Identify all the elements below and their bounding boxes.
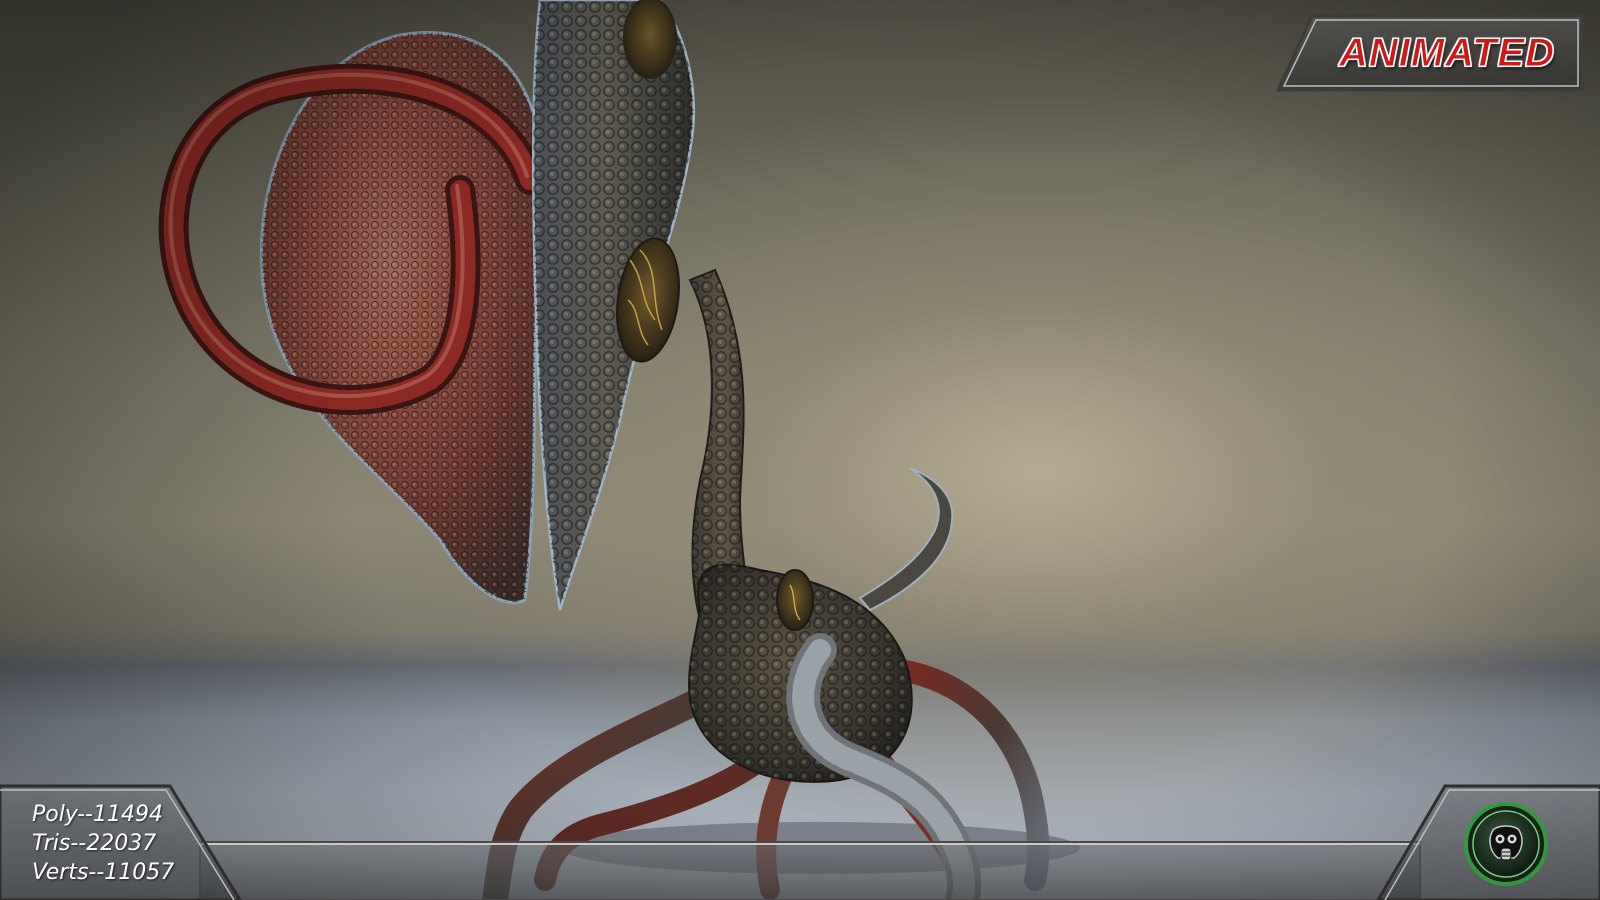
bottom-hud-bar [0,780,1600,900]
model-stats-panel: Poly--11494 Tris--22037 Verts--11057 [32,800,222,890]
animated-badge: ANIMATED [1276,14,1586,94]
animated-label: ANIMATED [1338,31,1556,76]
creature-model [158,0,1080,900]
creature-horn [858,467,954,612]
poly-count: Poly--11494 [32,802,163,827]
tris-count: Tris--22037 [32,831,157,856]
studio-logo-button[interactable] [1464,802,1548,886]
gas-mask-icon [1464,802,1548,886]
verts-count: Verts--11057 [32,860,175,885]
hud-frame [0,784,1600,900]
creature-head-blade [531,0,695,611]
